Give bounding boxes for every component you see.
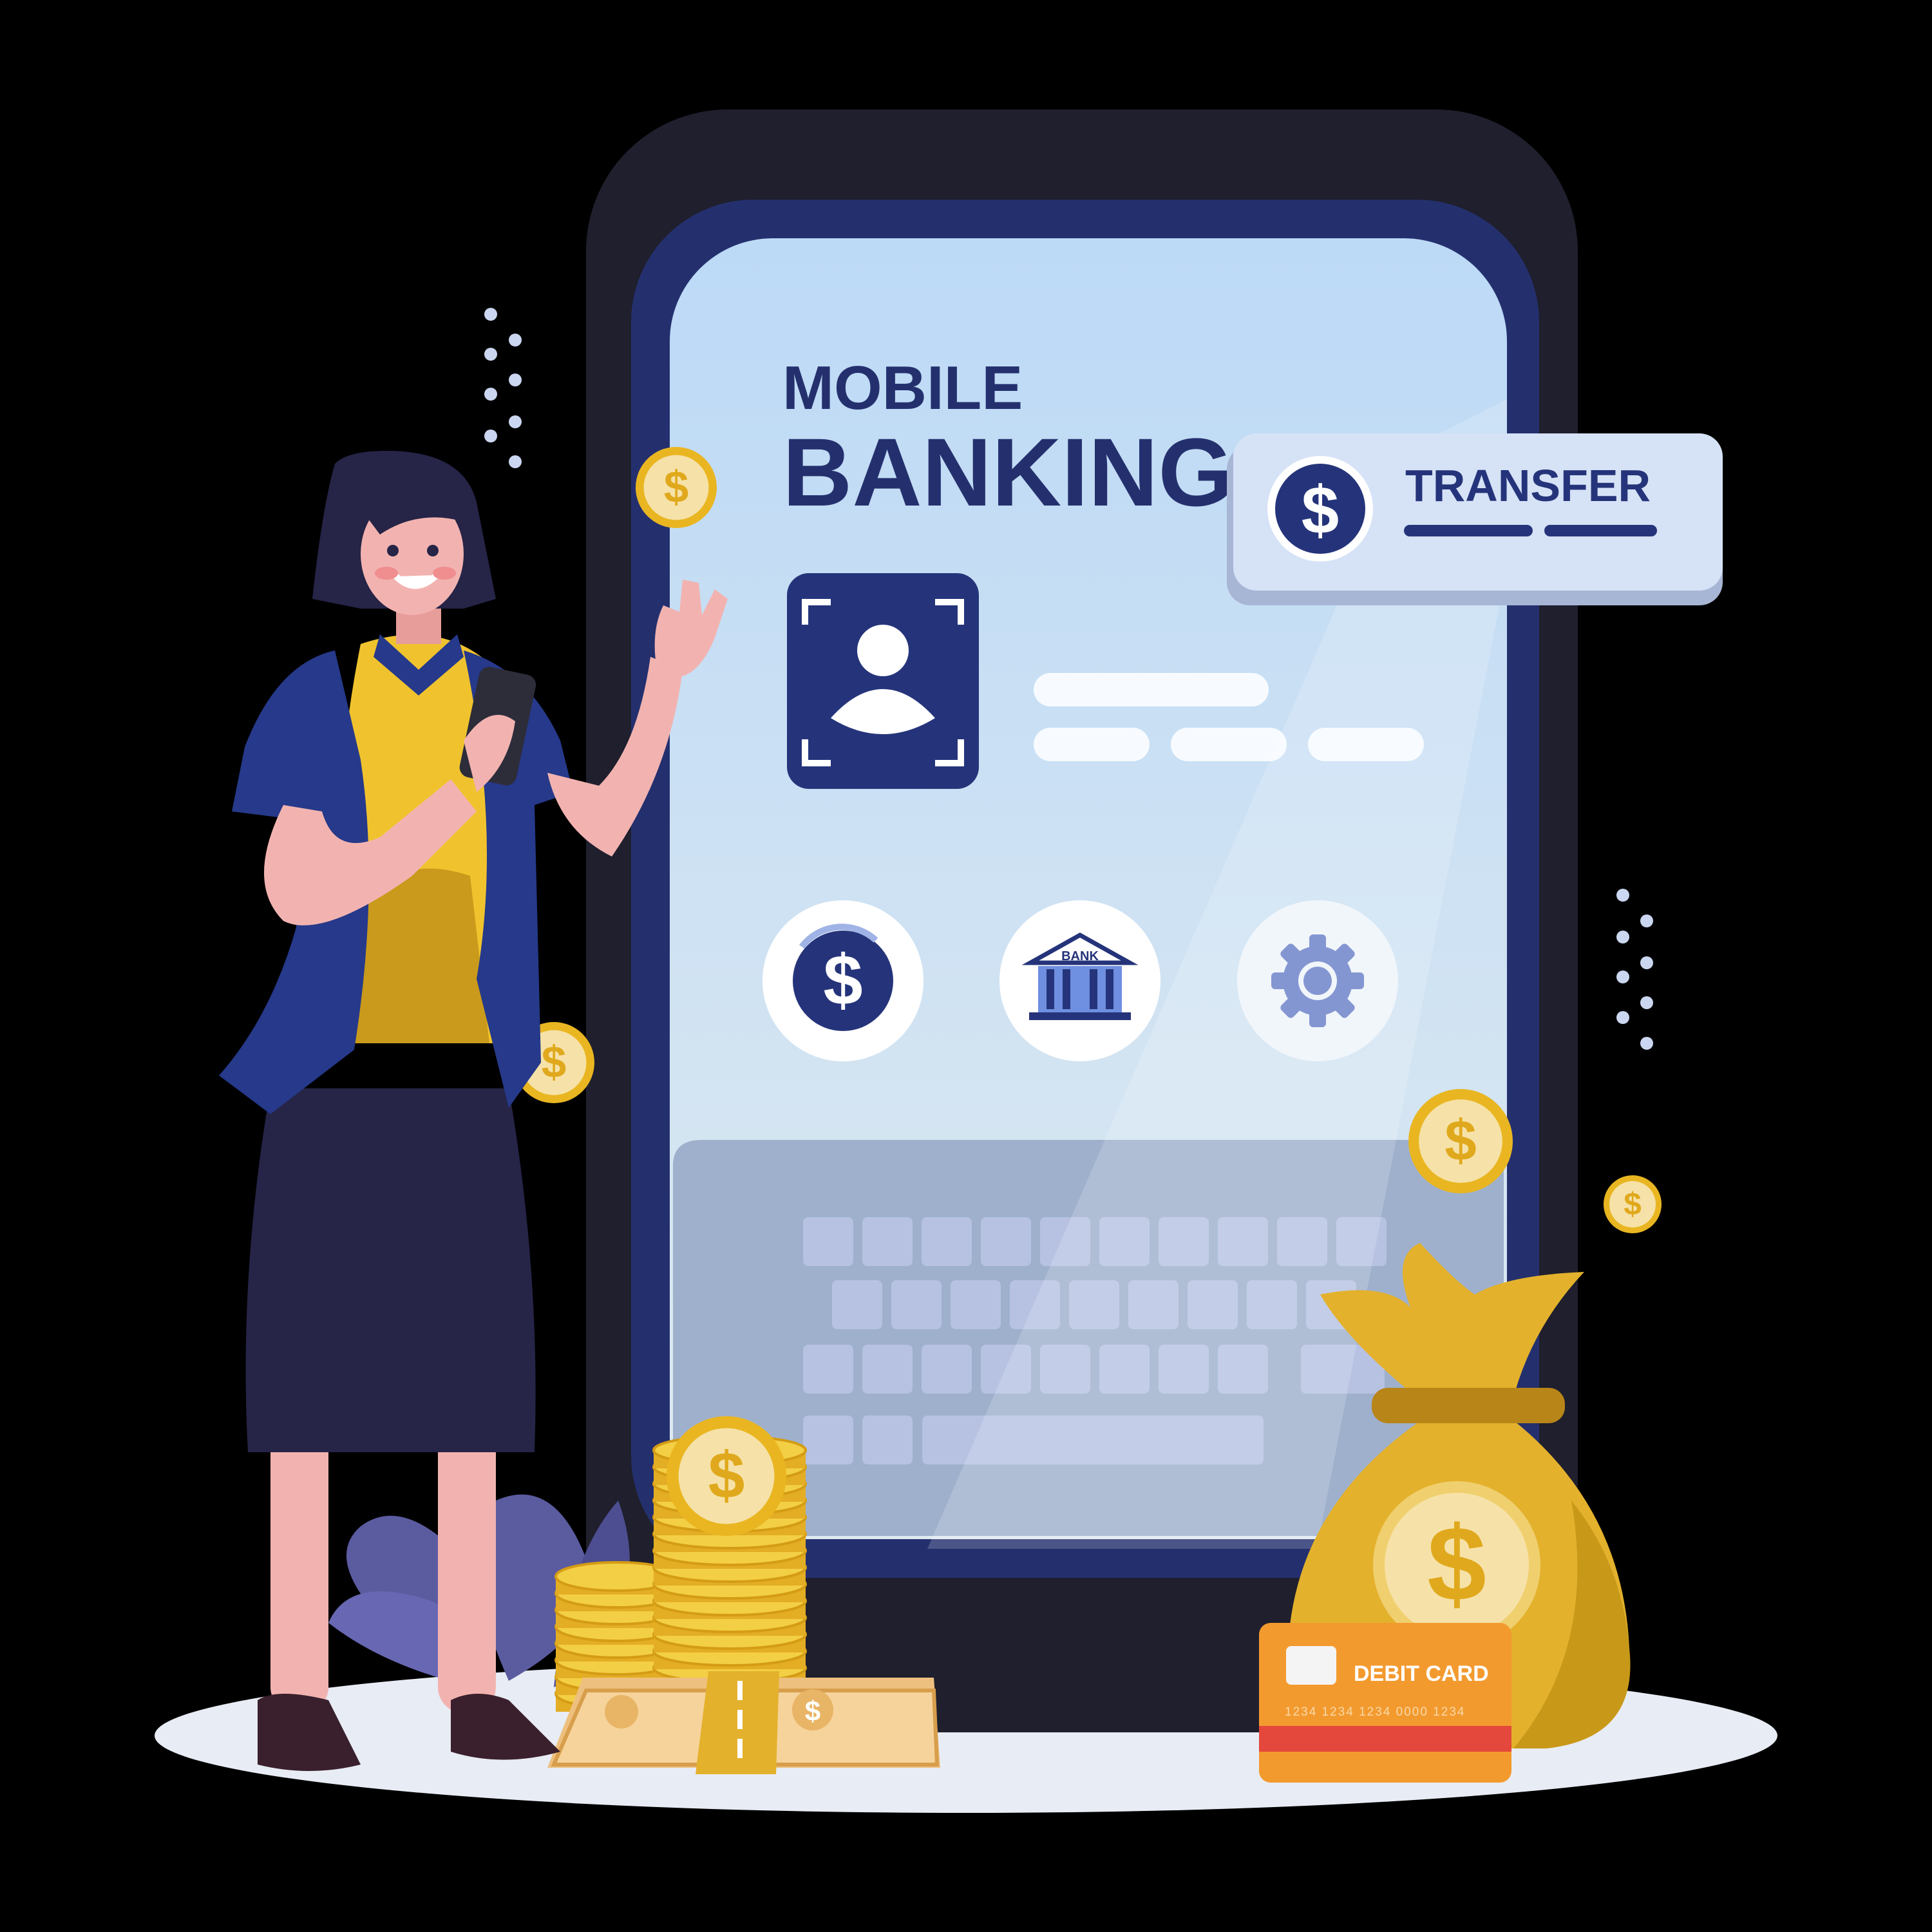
- standing-coin-icon: [667, 1416, 786, 1536]
- bag-dollar-icon: $: [1427, 1504, 1486, 1623]
- keyboard-key[interactable]: [803, 1416, 853, 1464]
- keyboard-key[interactable]: [981, 1217, 1031, 1266]
- keyboard-key[interactable]: [803, 1345, 853, 1394]
- dollar-coin-icon: $: [1267, 456, 1373, 562]
- debit-card-number: 1234 1234 1234 0000 1234: [1285, 1705, 1465, 1719]
- keyboard-key[interactable]: [803, 1217, 853, 1266]
- svg-text:$: $: [805, 1696, 820, 1727]
- transfer-card[interactable]: $ TRANSFER: [1227, 433, 1723, 605]
- svg-text:$: $: [1302, 473, 1339, 548]
- bank-icon-label: BANK: [1061, 949, 1099, 963]
- dollar-action-button[interactable]: $: [762, 900, 923, 1061]
- decorative-dots-right: [1616, 889, 1653, 1050]
- keyboard-key[interactable]: [862, 1416, 913, 1464]
- keyboard-key[interactable]: [862, 1217, 913, 1266]
- bag-tie: [1372, 1388, 1565, 1423]
- keyboard-key[interactable]: [862, 1345, 913, 1394]
- keyboard-key[interactable]: [922, 1217, 972, 1266]
- transfer-label: TRANSFER: [1405, 460, 1651, 511]
- user-avatar-icon: [857, 625, 909, 676]
- keyboard-key[interactable]: [922, 1345, 972, 1394]
- keyboard-key[interactable]: [891, 1280, 942, 1329]
- debit-card[interactable]: DEBIT CARD 1234 1234 1234 0000 1234: [1259, 1623, 1511, 1783]
- floating-coin-icon: [1408, 1089, 1513, 1193]
- cash-bundle: $: [547, 1671, 940, 1774]
- screen-title-line2: BANKING: [782, 418, 1233, 526]
- card-chip-icon: [1286, 1646, 1336, 1685]
- mobile-banking-illustration: $ MOBILE BANKING $: [155, 109, 1777, 1813]
- floating-coin-icon: [1604, 1175, 1662, 1233]
- bank-action-button[interactable]: BANK: [999, 900, 1160, 1061]
- keyboard-key[interactable]: [832, 1280, 882, 1329]
- face-scan-profile[interactable]: [787, 573, 979, 789]
- dollar-icon: $: [823, 941, 862, 1020]
- floating-coin-icon: [636, 447, 717, 528]
- decorative-dots-left: [484, 308, 522, 468]
- debit-card-label: DEBIT CARD: [1354, 1662, 1489, 1686]
- keyboard-key[interactable]: [951, 1280, 1001, 1329]
- screen-title-line1: MOBILE: [782, 354, 1023, 422]
